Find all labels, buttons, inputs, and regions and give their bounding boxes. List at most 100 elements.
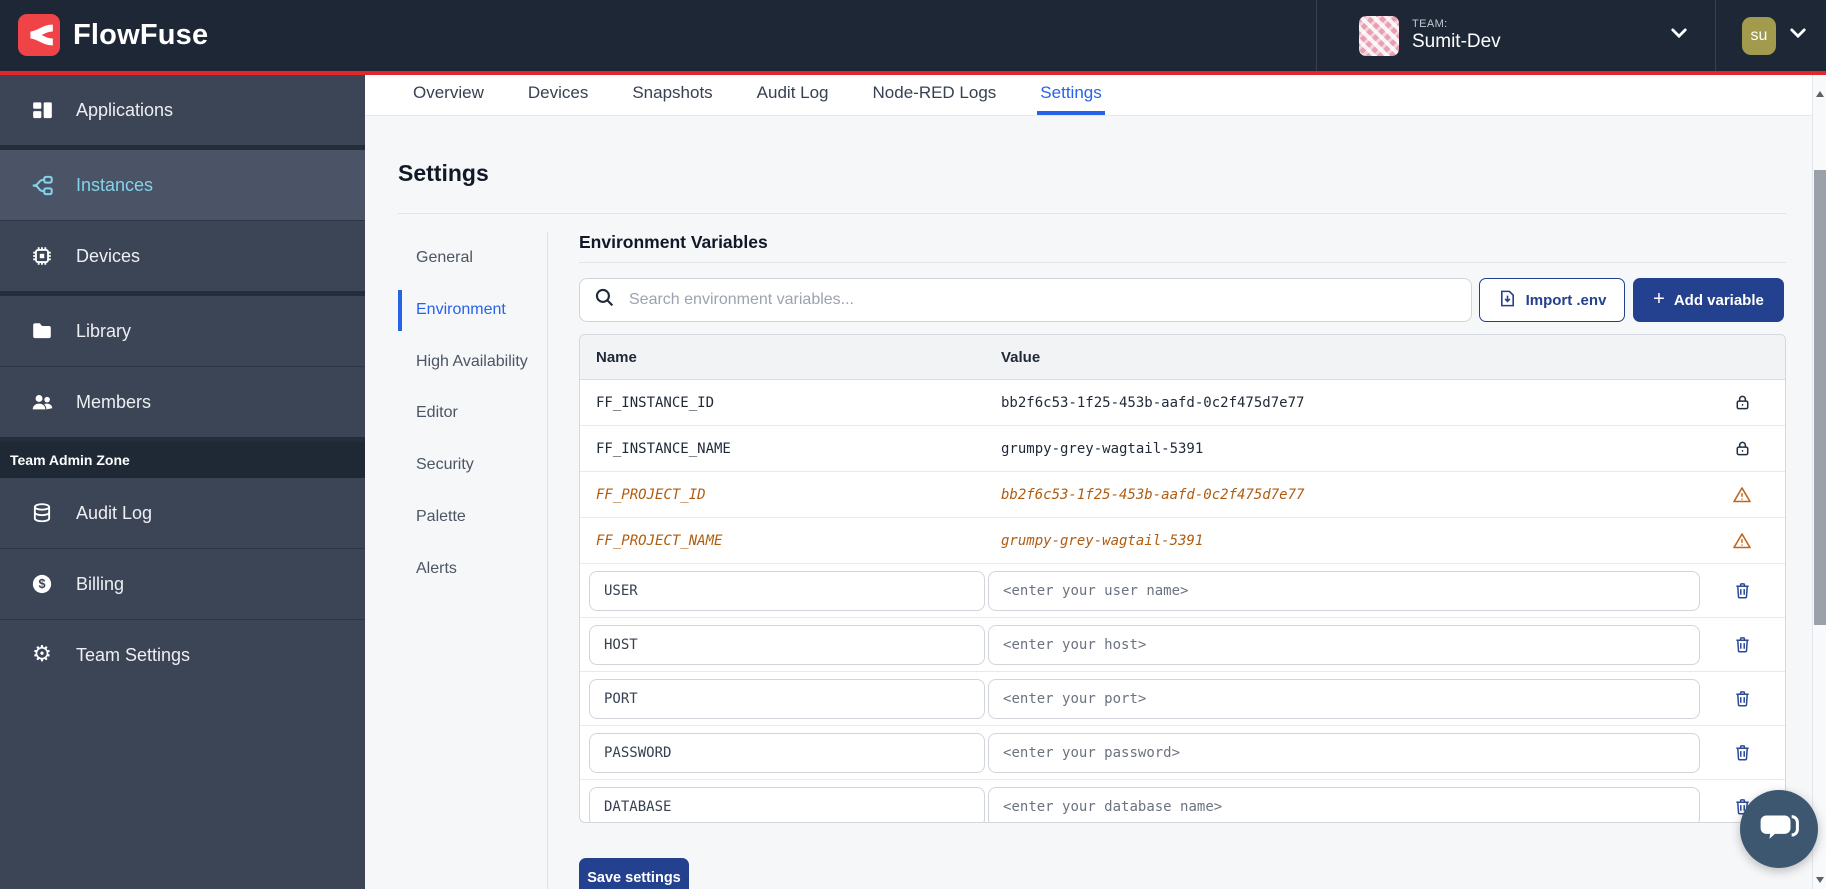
tab-settings[interactable]: Settings [1037,75,1104,115]
env-value-input[interactable] [988,733,1700,773]
devices-icon [30,245,54,267]
brand[interactable]: FlowFuse [18,14,208,56]
settings-nav-alerts[interactable]: Alerts [398,549,528,590]
tab-devices[interactable]: Devices [525,75,591,115]
divider [579,262,1786,263]
team-admin-zone-header: Team Admin Zone [0,442,365,478]
sidebar-group: Library Members [0,296,365,442]
settings-subnav: General Environment High Availability Edito… [398,238,528,601]
trash-icon[interactable] [1733,743,1752,762]
tab-overview[interactable]: Overview [410,75,487,115]
user-menu[interactable]: su [1716,0,1826,71]
env-var-value: grumpy-grey-wagtail-5391 [991,441,1699,457]
env-row-ff-instance-name: FF_INSTANCE_NAMEgrumpy-grey-wagtail-5391 [580,426,1785,472]
sidebar-item-audit-log[interactable]: Audit Log [0,478,365,549]
scroll-up-arrow-icon[interactable] [1816,91,1824,97]
env-value-input[interactable] [988,787,1700,824]
sidebar-item-label: Devices [76,246,140,267]
env-value-input[interactable] [988,679,1700,719]
divider [398,213,1786,214]
env-row-ff-project-id: FF_PROJECT_IDbb2f6c53-1f25-453b-aafd-0c2… [580,472,1785,518]
env-row-ff-instance-id: FF_INSTANCE_IDbb2f6c53-1f25-453b-aafd-0c… [580,380,1785,426]
env-row-ff-project-name: FF_PROJECT_NAMEgrumpy-grey-wagtail-5391 [580,518,1785,564]
env-row-user [580,564,1785,618]
database-icon [30,502,54,524]
env-value-input[interactable] [988,571,1700,611]
lock-icon [1733,393,1752,412]
settings-nav-editor[interactable]: Editor [398,393,528,434]
trash-icon[interactable] [1733,581,1752,600]
main-content: Settings General Environment High Availabi… [365,116,1812,889]
sidebar-item-team-settings[interactable]: ⚙ Team Settings [0,620,365,690]
settings-nav-high-availability[interactable]: High Availability [398,342,528,383]
instance-tabbar: Overview Devices Snapshots Audit Log Node-RE… [365,75,1812,116]
sidebar-group: Applications [0,75,365,150]
sidebar-item-label: Team Settings [76,645,190,666]
team-label: TEAM: [1412,18,1501,31]
sidebar-item-applications[interactable]: Applications [0,75,365,145]
chat-widget-button[interactable] [1740,790,1818,868]
library-icon [30,320,54,342]
settings-nav-environment[interactable]: Environment [398,290,528,331]
sidebar-item-library[interactable]: Library [0,296,365,367]
scroll-down-arrow-icon[interactable] [1816,877,1824,883]
env-var-value: bb2f6c53-1f25-453b-aafd-0c2f475d7e77 [991,395,1699,411]
scrollbar-thumb[interactable] [1814,170,1826,625]
search-input[interactable] [627,290,1457,310]
chevron-down-icon [1788,23,1808,48]
sidebar-item-devices[interactable]: Devices [0,221,365,291]
sidebar-item-members[interactable]: Members [0,367,365,437]
env-var-name: FF_INSTANCE_NAME [580,441,991,457]
sidebar: Applications Instances Devices Library Membe… [0,75,365,889]
env-name-input[interactable] [589,787,985,824]
search-icon [594,287,615,313]
env-name-input[interactable] [589,625,985,665]
settings-nav-security[interactable]: Security [398,445,528,486]
sidebar-item-billing[interactable]: $Billing [0,549,365,620]
import-env-button[interactable]: Import .env [1479,278,1625,322]
sidebar-item-label: Instances [76,175,153,196]
save-settings-button[interactable]: Save settings [579,858,689,889]
gear-icon: ⚙ [30,644,54,666]
env-name-input[interactable] [589,571,985,611]
section-heading: Environment Variables [579,232,768,253]
env-row-host [580,618,1785,672]
svg-text:$: $ [38,577,45,591]
env-var-name: FF_INSTANCE_ID [580,395,991,411]
env-variables-table: Name Value FF_INSTANCE_IDbb2f6c53-1f25-4… [579,334,1786,823]
team-texts: TEAM: Sumit-Dev [1412,18,1501,52]
team-name: Sumit-Dev [1412,31,1501,53]
chevron-down-icon [1669,23,1689,48]
env-row-database [580,780,1785,823]
tab-audit-log[interactable]: Audit Log [754,75,832,115]
env-name-input[interactable] [589,679,985,719]
env-value-input[interactable] [988,625,1700,665]
instances-icon [30,174,54,197]
column-header-name: Name [580,349,991,366]
sidebar-item-instances[interactable]: Instances [0,150,365,221]
tab-node-red-logs[interactable]: Node-RED Logs [870,75,1000,115]
trash-icon[interactable] [1733,635,1752,654]
settings-nav-general[interactable]: General [398,238,528,279]
team-selector[interactable]: TEAM: Sumit-Dev [1317,0,1715,71]
search-box [579,278,1472,322]
divider [547,232,548,889]
page-title: Settings [398,160,489,187]
user-avatar: su [1742,17,1776,55]
import-env-label: Import .env [1526,292,1607,309]
warning-icon [1732,531,1752,551]
env-row-password [580,726,1785,780]
app-window: FlowFuse TEAM: Sumit-Dev su [0,0,1826,889]
add-variable-label: Add variable [1674,292,1764,309]
env-var-value: grumpy-grey-wagtail-5391 [991,533,1699,549]
env-name-input[interactable] [589,733,985,773]
add-variable-button[interactable]: + Add variable [1633,278,1784,322]
env-var-value: bb2f6c53-1f25-453b-aafd-0c2f475d7e77 [991,487,1699,503]
trash-icon[interactable] [1733,689,1752,708]
scrollbar[interactable] [1812,75,1826,889]
env-var-name: FF_PROJECT_ID [580,487,991,503]
settings-nav-palette[interactable]: Palette [398,497,528,538]
topbar-right: TEAM: Sumit-Dev su [1316,0,1826,71]
tab-snapshots[interactable]: Snapshots [629,75,715,115]
sidebar-item-label: Library [76,321,131,342]
